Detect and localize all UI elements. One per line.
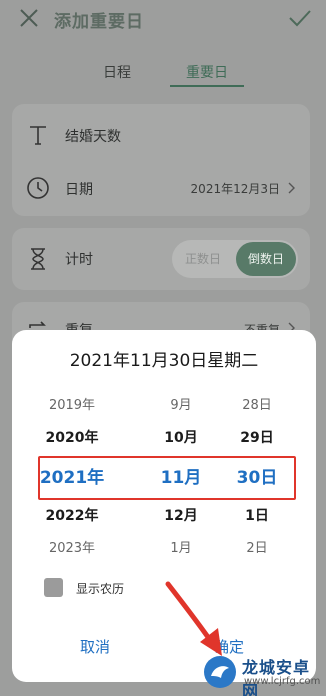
pointer-arrow-icon — [165, 581, 222, 656]
picker-year-option[interactable]: 2023年 — [32, 537, 112, 556]
watermark-name: 龙城安卓网 — [242, 658, 311, 696]
timer-card: 计时 正数日 倒数日 — [12, 228, 310, 290]
cancel-button[interactable]: 取消 — [80, 636, 110, 657]
active-tab-indicator — [170, 85, 244, 87]
timer-label: 计时 — [65, 252, 93, 268]
clock-icon — [27, 177, 49, 199]
show-lunar-label: 显示农历 — [76, 582, 125, 596]
picker-year-option[interactable]: 2020年 — [32, 427, 112, 447]
picker-month-option[interactable]: 12月 — [141, 505, 221, 525]
date-value[interactable]: 2021年12月3日 — [191, 180, 280, 197]
watermark-url: www.lcjrfg.com — [244, 676, 321, 687]
selection-highlight-box — [38, 456, 296, 500]
count-up-option[interactable]: 正数日 — [185, 250, 221, 267]
picker-day-option[interactable]: 2日 — [217, 537, 297, 556]
count-mode-toggle[interactable]: 正数日 倒数日 — [172, 240, 298, 278]
picker-year-option[interactable]: 2022年 — [32, 505, 112, 525]
page-title: 添加重要日 — [54, 12, 144, 32]
text-icon — [30, 126, 46, 145]
hourglass-icon — [31, 248, 45, 270]
event-info-card: 结婚天数 日期 2021年12月3日 — [12, 104, 310, 216]
tab-bar: 日程 重要日 — [0, 58, 326, 88]
chevron-right-icon — [288, 182, 295, 194]
picker-title: 2021年11月30日星期二 — [69, 351, 259, 371]
picker-year-option[interactable]: 2019年 — [32, 394, 112, 413]
top-bar: 添加重要日 — [0, 0, 326, 40]
tab-schedule[interactable]: 日程 — [103, 62, 131, 82]
picker-month-option[interactable]: 10月 — [141, 427, 221, 447]
date-label: 日期 — [65, 182, 93, 198]
site-watermark: 龙城安卓网 www.lcjrfg.com — [196, 652, 326, 696]
picker-month-option[interactable]: 1月 — [141, 537, 221, 556]
count-down-option[interactable]: 倒数日 — [248, 250, 284, 267]
check-icon[interactable] — [288, 7, 312, 29]
show-lunar-checkbox[interactable] — [44, 578, 63, 597]
event-name-field[interactable]: 结婚天数 — [65, 126, 121, 146]
picker-month-option[interactable]: 9月 — [141, 394, 221, 413]
picker-day-option[interactable]: 1日 — [217, 505, 297, 525]
picker-day-option[interactable]: 28日 — [217, 394, 297, 413]
picker-day-option[interactable]: 29日 — [217, 427, 297, 447]
close-icon[interactable] — [18, 7, 40, 29]
dragon-logo-icon — [204, 656, 236, 688]
tab-important-day[interactable]: 重要日 — [186, 62, 228, 82]
